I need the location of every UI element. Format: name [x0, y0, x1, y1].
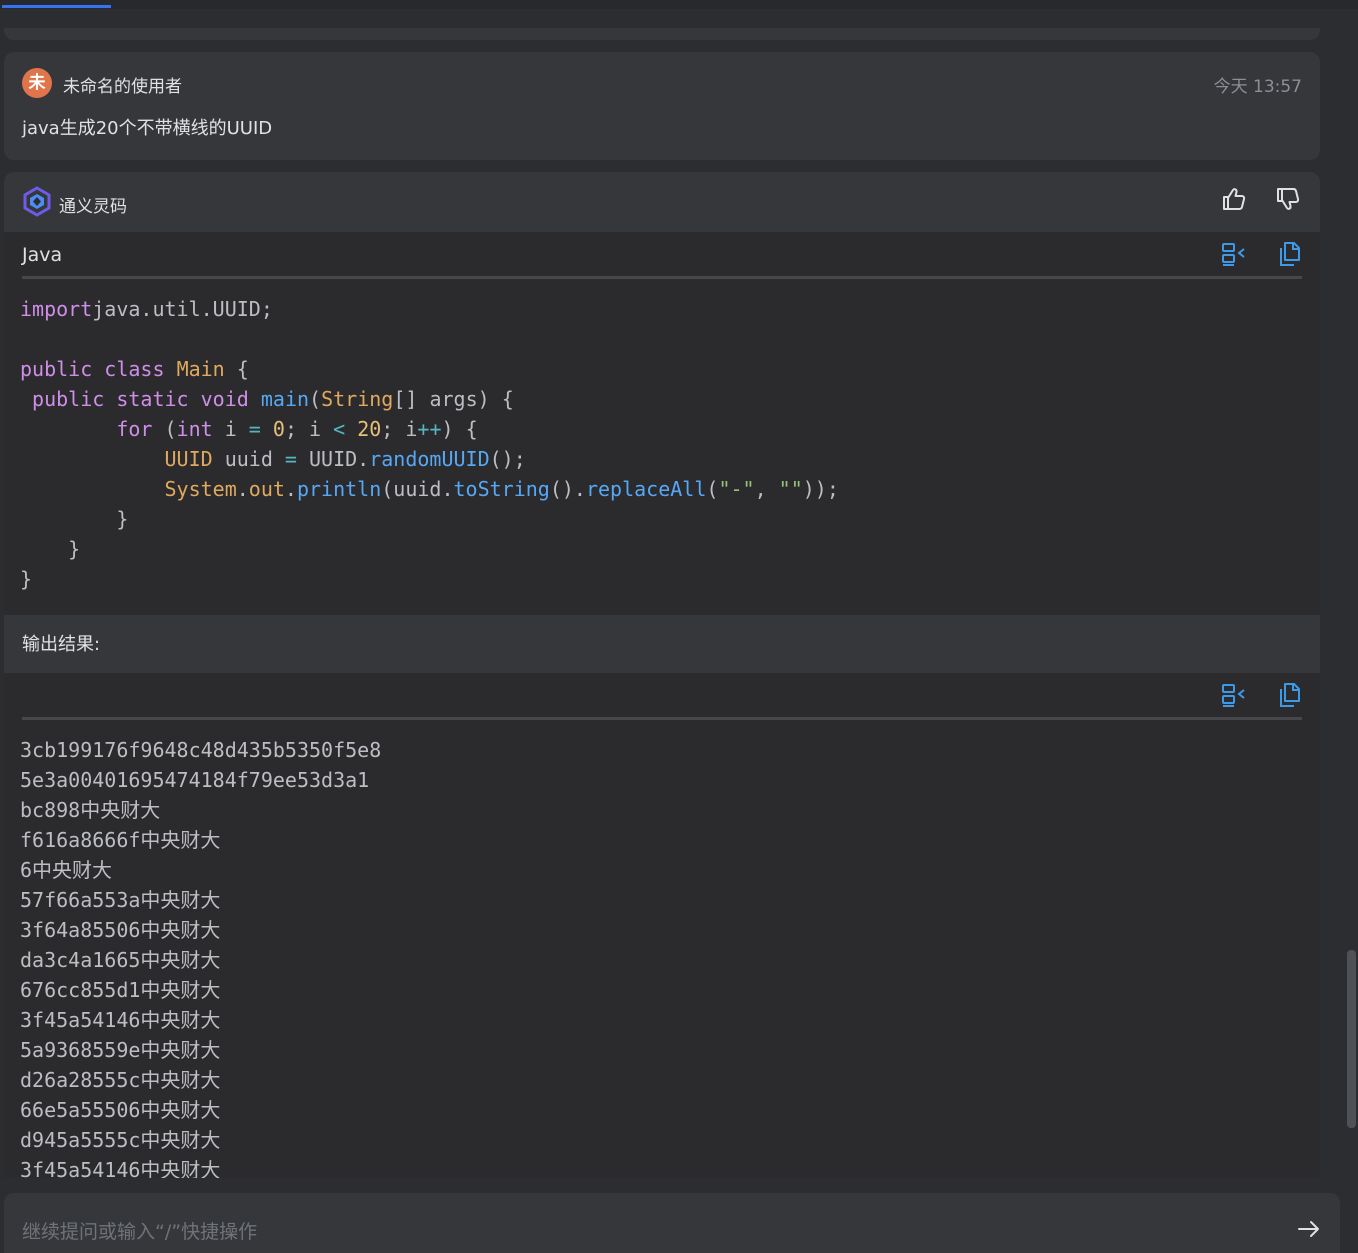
code-line: System.out.println(uuid.toString().repla… [164, 477, 839, 501]
output-line: 6中央财大 [20, 858, 113, 882]
message-timestamp: 今天 13:57 [1213, 77, 1302, 97]
output-line: d945a5555c中央财大 [20, 1128, 221, 1152]
code-block-divider [22, 276, 1302, 279]
user-avatar: 未 [22, 68, 52, 98]
output-line: 3f45a54146中央财大 [20, 1158, 221, 1178]
code-content: importjava.util.UUID; public class Main … [20, 294, 839, 594]
output-block: 3cb199176f9648c48d435b5350f5e8 5e3a004016… [4, 673, 1320, 1178]
send-arrow-icon[interactable] [1296, 1216, 1322, 1242]
code-line: importjava.util.UUID; [20, 297, 273, 321]
thumbs-down-icon[interactable] [1274, 185, 1302, 213]
output-line: 3f45a54146中央财大 [20, 1008, 221, 1032]
code-line: } [20, 537, 81, 561]
output-line: 5e3a00401695474184f79ee53d3a1 [20, 768, 370, 792]
thumbs-up-icon[interactable] [1220, 185, 1248, 213]
code-block: Java importjava.util.UUID; public class … [4, 232, 1320, 615]
code-line: public static void main(String[] args) { [32, 387, 514, 411]
top-tab-bar [0, 0, 1358, 9]
user-message-text: java生成20个不带横线的UUID [22, 118, 273, 139]
output-block-divider [22, 717, 1302, 720]
chat-input[interactable]: 继续提问或输入“/”快捷操作 [4, 1193, 1340, 1253]
code-line: } [20, 567, 33, 591]
output-line: 3cb199176f9648c48d435b5350f5e8 [20, 738, 382, 762]
insert-code-icon[interactable] [1220, 681, 1248, 709]
output-line: 57f66a553a中央财大 [20, 888, 221, 912]
code-line: for (int i = 0; i < 20; i++) { [116, 417, 478, 441]
code-line: UUID uuid = UUID.randomUUID(); [164, 447, 526, 471]
code-language-label: Java [22, 244, 63, 266]
tongyi-logo-icon [23, 186, 51, 217]
output-line: 66e5a55506中央财大 [20, 1098, 221, 1122]
output-line: 3f64a85506中央财大 [20, 918, 221, 942]
chat-scroll-area[interactable]: 未 未命名的使用者 今天 13:57 java生成20个不带横线的UUID 通义… [0, 40, 1346, 1178]
output-line: 676cc855d1中央财大 [20, 978, 221, 1002]
output-line: f616a8666f中央财大 [20, 828, 221, 852]
user-message-card: 未 未命名的使用者 今天 13:57 java生成20个不带横线的UUID [4, 52, 1320, 160]
user-name: 未命名的使用者 [63, 77, 182, 97]
output-line: bc898中央财大 [20, 798, 161, 822]
code-line: public class Main { [20, 357, 249, 381]
active-tab-indicator [2, 5, 111, 8]
copy-icon[interactable] [1276, 681, 1304, 709]
output-line: 5a9368559e中央财大 [20, 1038, 221, 1062]
output-line: da3c4a1665中央财大 [20, 948, 221, 972]
scrollbar-thumb[interactable] [1347, 950, 1356, 1128]
insert-code-icon[interactable] [1220, 240, 1248, 268]
ai-assistant-name: 通义灵码 [59, 197, 127, 217]
copy-icon[interactable] [1276, 240, 1304, 268]
output-result-label: 输出结果: [22, 634, 101, 655]
code-line: } [20, 507, 129, 531]
ai-message-card: 通义灵码 Java importjava.util.UUID; public c… [4, 172, 1320, 1178]
previous-message-card [4, 9, 1320, 40]
input-area: 继续提问或输入“/”快捷操作 [0, 1178, 1358, 1253]
chat-input-placeholder: 继续提问或输入“/”快捷操作 [22, 1221, 258, 1243]
output-line: d26a28555c中央财大 [20, 1068, 221, 1092]
output-content: 3cb199176f9648c48d435b5350f5e8 5e3a004016… [20, 735, 381, 1178]
